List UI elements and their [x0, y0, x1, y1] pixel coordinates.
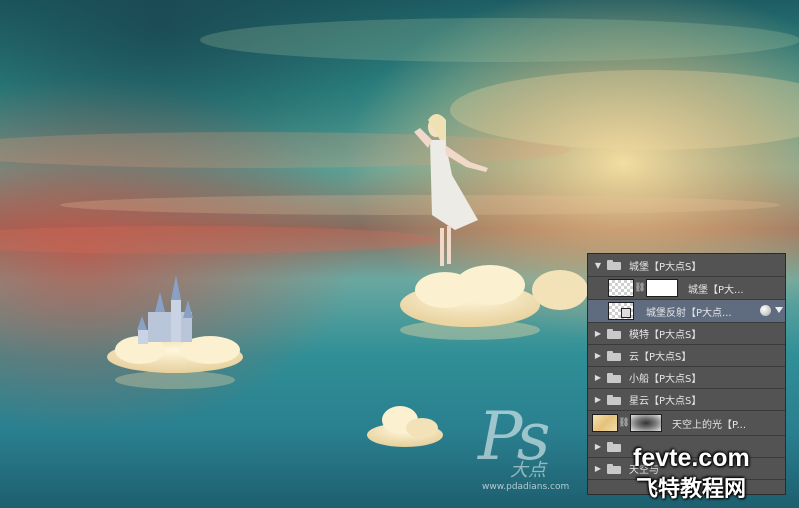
layer-thumbnail — [608, 279, 634, 297]
layer-name: 星云【P大点S】 — [629, 396, 702, 407]
watermark-ps-cn: 大点 — [510, 460, 546, 481]
layer-name: 城堡【P大点S】 — [629, 261, 702, 273]
layer-row-castle-reflection[interactable]: 城堡反射【P大点... — [588, 300, 785, 323]
layer-name: 模特【P大点S】 — [629, 330, 702, 341]
expand-triangle-icon[interactable]: ▶ — [592, 442, 604, 451]
smart-object-icon — [621, 308, 631, 318]
watermark-fevte-cn: 飞特教程网 — [636, 477, 747, 502]
layer-row-model-group[interactable]: ▶ 模特【P大点S】 — [588, 323, 785, 345]
expand-triangle-icon[interactable]: ▶ — [592, 329, 604, 338]
layer-name: 城堡反射【P大点... — [646, 307, 732, 319]
expand-triangle-icon[interactable]: ▶ — [592, 395, 604, 404]
watermark-ps-url: www.pdadians.com — [482, 482, 570, 492]
layer-row-castle-group[interactable]: ▼ 城堡【P大点S】 — [588, 254, 785, 277]
link-chain-icon[interactable]: ⛓ — [634, 283, 646, 293]
folder-icon — [607, 394, 621, 405]
folder-icon — [607, 441, 621, 452]
folder-icon — [607, 350, 621, 361]
effects-icon[interactable] — [760, 305, 771, 316]
smart-object-thumbnail — [608, 302, 634, 320]
expand-triangle-icon[interactable]: ▶ — [592, 351, 604, 360]
layer-name: 城堡【P大... — [688, 284, 744, 296]
expand-triangle-icon[interactable]: ▶ — [592, 373, 604, 382]
layer-row-nebula-group[interactable]: ▶ 星云【P大点S】 — [588, 389, 785, 411]
layer-name: 小船【P大点S】 — [629, 374, 702, 385]
layer-row-cloud-group[interactable]: ▶ 云【P大点S】 — [588, 345, 785, 367]
layer-row-boat-group[interactable]: ▶ 小船【P大点S】 — [588, 367, 785, 389]
layer-name: 云【P大点S】 — [629, 352, 692, 363]
layer-mask-thumbnail[interactable] — [630, 414, 662, 432]
folder-icon — [607, 328, 621, 339]
layer-mask-thumbnail[interactable] — [646, 279, 678, 297]
expand-triangle-icon[interactable]: ▶ — [592, 464, 604, 473]
folder-icon — [607, 260, 621, 270]
watermark-fevte: fevte.com — [633, 444, 750, 472]
layer-row-sky-light[interactable]: ⛓ 天空上的光【P... — [588, 411, 785, 436]
collapse-triangle-icon[interactable]: ▼ — [592, 261, 604, 270]
layer-thumbnail — [592, 414, 618, 432]
layer-name: 天空上的光【P... — [672, 419, 747, 431]
folder-icon — [607, 463, 621, 474]
folder-icon — [607, 372, 621, 383]
link-chain-icon[interactable]: ⛓ — [618, 418, 630, 428]
layer-row-castle[interactable]: ⛓ 城堡【P大... — [588, 277, 785, 300]
expand-arrow-icon[interactable] — [775, 307, 783, 313]
